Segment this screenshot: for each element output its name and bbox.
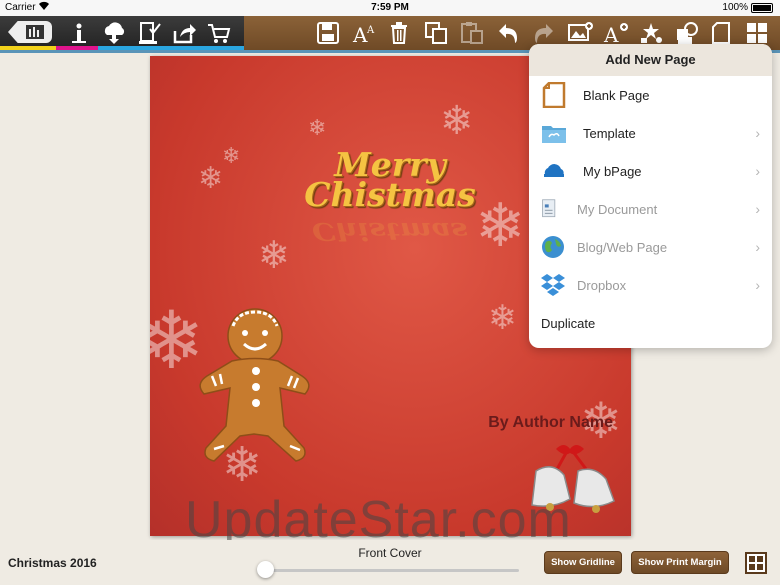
clock: 7:59 PM bbox=[371, 2, 409, 13]
menu-item-label: Blog/Web Page bbox=[577, 239, 668, 255]
chevron-right-icon: › bbox=[755, 201, 760, 217]
redo-button[interactable] bbox=[529, 19, 559, 47]
document-title: Christmas 2016 bbox=[8, 556, 97, 570]
menu-item-label: Blank Page bbox=[583, 87, 650, 103]
back-library-button[interactable] bbox=[8, 21, 52, 43]
text-size-icon: AA bbox=[352, 23, 375, 45]
toolbar-left-group bbox=[0, 16, 244, 50]
menu-item-dropbox[interactable]: Dropbox › bbox=[529, 266, 772, 304]
chevron-right-icon: › bbox=[755, 277, 760, 293]
delete-button[interactable] bbox=[384, 19, 414, 47]
info-button[interactable] bbox=[64, 19, 94, 47]
chevron-right-icon: › bbox=[755, 239, 760, 255]
copy-icon bbox=[425, 22, 447, 44]
svg-text:A: A bbox=[352, 23, 368, 45]
chevron-right-icon: › bbox=[755, 125, 760, 141]
reflection-line: Chistmas bbox=[312, 216, 468, 245]
text-size-button[interactable]: AA bbox=[350, 19, 380, 47]
store-cart-icon bbox=[208, 24, 231, 43]
add-page-button[interactable] bbox=[706, 19, 736, 47]
undo-button[interactable] bbox=[493, 19, 523, 47]
battery-icon bbox=[751, 3, 773, 13]
snowflake-icon: ❄ bbox=[488, 298, 517, 338]
add-text-icon: A bbox=[603, 23, 628, 45]
page-overview-icon bbox=[749, 556, 763, 570]
menu-item-label: Dropbox bbox=[577, 277, 627, 293]
info-icon bbox=[72, 23, 86, 43]
effects-button[interactable] bbox=[636, 19, 666, 47]
title-line-2: Chistmas bbox=[304, 175, 476, 214]
menu-item-label: My Document bbox=[577, 201, 658, 217]
share-button[interactable] bbox=[169, 19, 199, 47]
cloud-sync-icon bbox=[104, 22, 125, 44]
gingerbread-man-image[interactable] bbox=[192, 306, 317, 466]
author-name-text[interactable]: By Author Name bbox=[488, 414, 613, 432]
snowflake-icon: ❄ bbox=[308, 116, 327, 141]
cloud-bpage-icon bbox=[544, 164, 564, 177]
insert-image-button[interactable] bbox=[565, 19, 595, 47]
snowflake-icon: ❄ bbox=[198, 161, 224, 196]
menu-item-blank-page[interactable]: Blank Page bbox=[529, 76, 772, 114]
menu-item-blog-web-page[interactable]: Blog/Web Page › bbox=[529, 228, 772, 266]
popover-title: Add New Page bbox=[529, 44, 772, 76]
menu-item-label: Duplicate bbox=[541, 315, 596, 331]
page-overview-button[interactable] bbox=[745, 552, 767, 574]
page-slider-thumb[interactable] bbox=[257, 561, 274, 578]
battery-percent: 100% bbox=[722, 2, 748, 13]
svg-text:A: A bbox=[366, 25, 375, 36]
menu-item-label: Template bbox=[583, 125, 636, 141]
menu-item-my-document[interactable]: My Document › bbox=[529, 190, 772, 228]
snowflake-icon: ❄ bbox=[475, 191, 526, 261]
approve-icon bbox=[139, 22, 161, 44]
page-slider-track[interactable] bbox=[265, 569, 519, 572]
undo-icon bbox=[499, 24, 517, 43]
template-folder-icon bbox=[542, 126, 566, 143]
add-new-page-popover: Add New Page Blank Page Template › My bP… bbox=[529, 44, 772, 348]
current-page-label: Front Cover bbox=[358, 546, 422, 560]
svg-text:A: A bbox=[603, 23, 619, 45]
redo-icon bbox=[535, 24, 553, 43]
status-bar: Carrier 7:59 PM 100% bbox=[0, 0, 780, 16]
trash-icon bbox=[391, 22, 407, 44]
share-icon bbox=[173, 24, 196, 44]
copy-button[interactable] bbox=[421, 19, 451, 47]
cloud-sync-button[interactable] bbox=[99, 19, 129, 47]
approve-button[interactable] bbox=[134, 19, 164, 47]
menu-item-template[interactable]: Template › bbox=[529, 114, 772, 152]
library-icon bbox=[26, 25, 44, 39]
insert-image-icon bbox=[568, 22, 593, 41]
save-button[interactable] bbox=[313, 19, 343, 47]
menu-item-duplicate[interactable]: Duplicate bbox=[529, 304, 772, 342]
show-gridline-button[interactable]: Show Gridline bbox=[544, 551, 622, 574]
paste-icon bbox=[461, 22, 483, 44]
title-reflection: Chistmas bbox=[300, 216, 480, 245]
snowflake-icon: ❄ bbox=[440, 98, 474, 144]
page-icon bbox=[712, 22, 730, 44]
layout-grid-button[interactable] bbox=[742, 19, 772, 47]
dropbox-icon bbox=[541, 274, 565, 296]
globe-icon bbox=[542, 236, 564, 258]
snowflake-icon: ❄ bbox=[258, 233, 290, 277]
menu-item-my-bpage[interactable]: My bPage › bbox=[529, 152, 772, 190]
paste-button[interactable] bbox=[457, 19, 487, 47]
store-cart-button[interactable] bbox=[204, 19, 234, 47]
layout-grid-icon bbox=[747, 23, 767, 43]
add-text-button[interactable]: A bbox=[601, 19, 631, 47]
show-print-margin-button[interactable]: Show Print Margin bbox=[631, 551, 729, 574]
merry-christmas-title[interactable]: Merry Chistmas bbox=[300, 148, 480, 214]
chevron-right-icon: › bbox=[755, 163, 760, 179]
blank-page-icon bbox=[542, 82, 566, 108]
snowflake-icon: ❄ bbox=[222, 144, 241, 169]
document-icon bbox=[542, 199, 556, 218]
save-icon bbox=[317, 22, 339, 44]
bottom-bar: Christmas 2016 Front Cover Show Gridline… bbox=[0, 540, 780, 585]
effects-icon bbox=[641, 23, 662, 43]
menu-item-label: My bPage bbox=[583, 163, 642, 179]
